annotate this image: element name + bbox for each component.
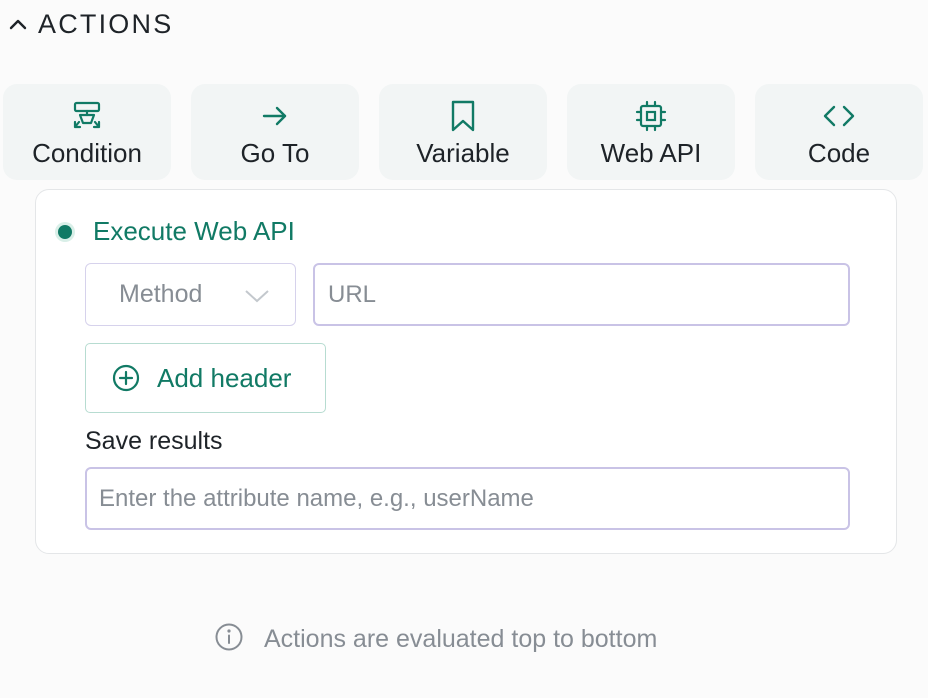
add-header-label: Add header (157, 362, 292, 393)
variable-tile-label: Variable (416, 138, 510, 168)
method-placeholder: Method (119, 280, 203, 308)
info-icon (214, 622, 244, 657)
section-title: ACTIONS (38, 8, 174, 39)
save-results-label: Save results (85, 427, 223, 455)
variable-tile[interactable]: Variable (379, 84, 547, 180)
actions-section-header[interactable]: ACTIONS (8, 8, 173, 40)
method-select[interactable]: Method (85, 263, 296, 326)
save-results-input[interactable] (85, 467, 850, 530)
footer-note: Actions are evaluated top to bottom (214, 622, 657, 657)
condition-icon (71, 98, 103, 134)
chevron-up-icon[interactable] (8, 17, 28, 31)
web-api-action-card: Execute Web API Method Add header Save r… (35, 189, 897, 554)
condition-tile-label: Condition (32, 138, 142, 168)
status-dot (58, 224, 72, 239)
condition-tile[interactable]: Condition (3, 84, 171, 180)
url-input[interactable] (313, 263, 850, 326)
code-tile[interactable]: Code (755, 84, 923, 180)
bookmark-icon (447, 98, 479, 134)
chip-icon (634, 98, 668, 134)
web-api-tile-label: Web API (600, 138, 702, 168)
card-title: Execute Web API (93, 216, 295, 246)
code-tile-label: Code (807, 138, 871, 168)
chevron-down-icon (244, 288, 270, 309)
action-tiles: Condition Go To Variable Web API Code (3, 84, 923, 180)
card-title-row: Execute Web API (58, 216, 295, 247)
add-header-button[interactable]: Add header (85, 343, 326, 413)
go-to-tile[interactable]: Go To (191, 84, 359, 180)
arrow-right-icon (259, 98, 291, 134)
web-api-tile[interactable]: Web API (567, 84, 735, 180)
code-brackets-icon (820, 98, 858, 134)
go-to-tile-label: Go To (240, 138, 310, 168)
footer-text: Actions are evaluated top to bottom (264, 625, 658, 653)
plus-circle-icon (112, 364, 140, 392)
